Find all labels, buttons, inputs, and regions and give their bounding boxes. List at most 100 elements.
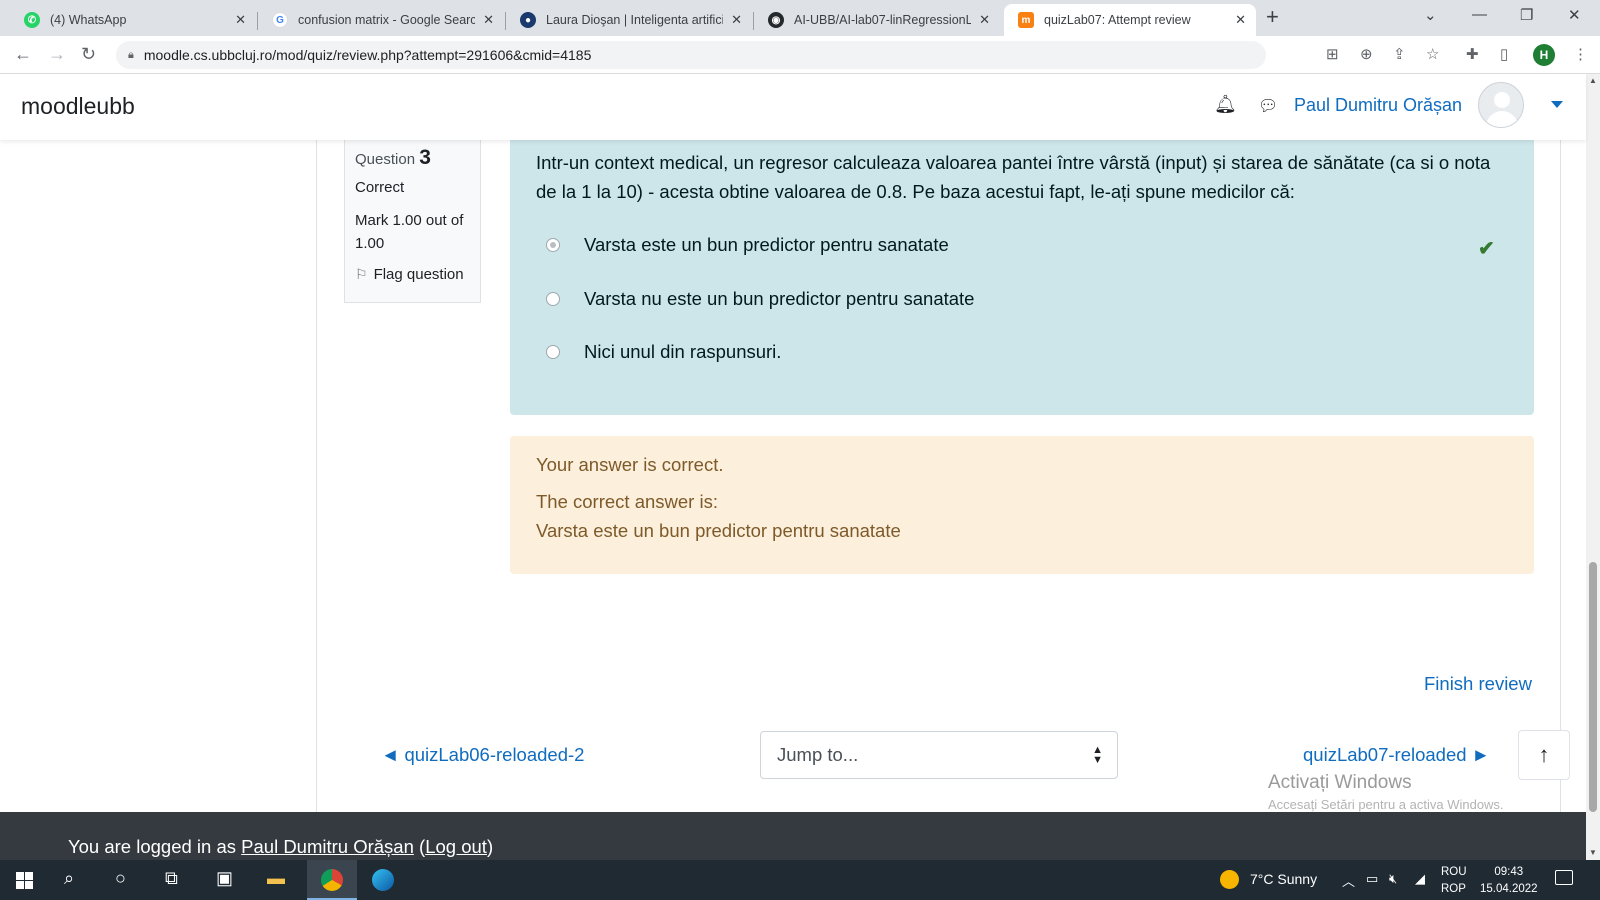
search-icon[interactable]: ⌕: [64, 868, 74, 889]
answer-label: Varsta este un bun predictor pentru sana…: [584, 234, 949, 255]
edge-icon[interactable]: [372, 869, 394, 891]
scroll-down-icon[interactable]: ▼: [1589, 848, 1597, 857]
tab-title: (4) WhatsApp: [50, 13, 127, 27]
tab-title: AI-UBB/AI-lab07-linRegressionLS: [794, 13, 972, 27]
tab-laura-diosan[interactable]: ● Laura Dioşan | Inteligenta artificiala…: [506, 4, 752, 36]
task-view-icon[interactable]: ⧉: [165, 868, 178, 889]
answer-option[interactable]: Varsta nu este un bun predictor pentru s…: [546, 288, 974, 310]
jump-to-select[interactable]: Jump to... ▲ ▼: [760, 731, 1118, 779]
tab-title: quizLab07: Attempt review: [1044, 13, 1191, 27]
finish-review-link[interactable]: Finish review: [1424, 673, 1532, 695]
footer-user-link[interactable]: Paul Dumitru Orășan: [241, 836, 414, 857]
moodle-icon: m: [1018, 12, 1034, 28]
lock-icon: 🔒︎: [128, 48, 134, 61]
file-explorer-icon[interactable]: ▬: [267, 868, 285, 889]
extensions-icon[interactable]: ✚: [1466, 45, 1479, 63]
activate-windows-title: Activați Windows: [1268, 772, 1412, 793]
page-footer: You are logged in as Paul Dumitru Orășan…: [0, 812, 1586, 860]
close-icon[interactable]: ✕: [731, 12, 742, 28]
bookmark-star-icon[interactable]: ☆: [1426, 45, 1439, 63]
close-icon[interactable]: ✕: [979, 12, 990, 28]
previous-activity-link[interactable]: ◄ quizLab06-reloaded-2: [381, 744, 584, 766]
scrollbar-thumb[interactable]: [1589, 562, 1597, 812]
profile-avatar[interactable]: H: [1533, 44, 1555, 66]
flag-question-button[interactable]: ⚐ Flag question: [355, 266, 470, 283]
activate-windows-subtitle: Accesați Setări pentru a activa Windows.: [1268, 797, 1504, 812]
show-hidden-icons-icon[interactable]: ︿: [1342, 871, 1355, 890]
page-scrollbar[interactable]: ▲ ▼: [1586, 74, 1600, 860]
reload-icon[interactable]: ↻: [81, 44, 96, 65]
messages-icon[interactable]: 💬︎: [1258, 96, 1278, 116]
flag-icon: ⚐: [355, 266, 368, 282]
chrome-icon: [321, 869, 343, 891]
answer-radio[interactable]: [546, 238, 560, 252]
answer-label: Nici unul din raspunsuri.: [584, 341, 782, 362]
flag-question-label: Flag question: [373, 266, 464, 283]
share-icon[interactable]: ⇪: [1393, 45, 1406, 63]
close-icon[interactable]: ✕: [483, 12, 494, 28]
scroll-up-icon[interactable]: ▲: [1589, 76, 1597, 85]
browser-toolbar: ← → ↻ 🔒︎ moodle.cs.ubbcluj.ro/mod/quiz/r…: [0, 36, 1600, 74]
store-icon[interactable]: ▣: [216, 868, 233, 889]
side-panel-icon[interactable]: ▯: [1500, 45, 1508, 63]
correct-answer-text: Varsta este un bun predictor pentru sana…: [536, 520, 901, 541]
logout-link[interactable]: Log out: [425, 836, 487, 857]
avatar[interactable]: [1478, 82, 1524, 128]
restore-icon[interactable]: ❐: [1520, 6, 1533, 24]
volume-muted-icon[interactable]: 🔇︎: [1389, 871, 1397, 887]
battery-icon[interactable]: ▭: [1366, 871, 1378, 887]
cortana-icon[interactable]: ○: [115, 868, 126, 889]
footer-logged-in-text: You are logged in as: [68, 836, 242, 857]
close-window-icon[interactable]: ✕: [1568, 6, 1581, 24]
forward-icon[interactable]: →: [48, 44, 66, 65]
google-icon: G: [272, 12, 288, 28]
question-text: Intr-un context medical, un regresor cal…: [536, 152, 1491, 202]
select-arrows-icon: ▲ ▼: [1092, 744, 1103, 766]
answer-radio[interactable]: [546, 292, 560, 306]
answer-label: Varsta nu este un bun predictor pentru s…: [584, 288, 975, 309]
answer-option[interactable]: Nici unul din raspunsuri.: [546, 341, 781, 363]
close-icon[interactable]: ✕: [235, 12, 246, 28]
tab-github[interactable]: ◉ AI-UBB/AI-lab07-linRegressionLS ✕: [754, 4, 1000, 36]
drawer-divider: [316, 140, 317, 812]
back-icon[interactable]: ←: [14, 44, 32, 65]
tab-title: confusion matrix - Google Search: [298, 13, 476, 27]
arrow-up-icon: ↑: [1538, 742, 1550, 767]
question-formulation: Intr-un context medical, un regresor cal…: [510, 140, 1534, 415]
tab-whatsapp[interactable]: ✆ (4) WhatsApp ✕: [10, 4, 256, 36]
windows-start-icon[interactable]: [16, 872, 33, 889]
notifications-icon[interactable]: [1555, 870, 1573, 885]
tab-search-icon[interactable]: ⌄: [1424, 6, 1437, 24]
minimize-icon[interactable]: —: [1472, 6, 1487, 23]
answer-option[interactable]: Varsta este un bun predictor pentru sana…: [546, 234, 949, 256]
user-menu-name[interactable]: Paul Dumitru Orășan: [1294, 95, 1462, 116]
tab-google-search[interactable]: G confusion matrix - Google Search ✕: [258, 4, 504, 36]
chrome-taskbar-button[interactable]: [307, 860, 357, 900]
notification-bell-icon[interactable]: 🔔︎: [1214, 94, 1237, 115]
address-bar[interactable]: 🔒︎ moodle.cs.ubbcluj.ro/mod/quiz/review.…: [116, 41, 1266, 69]
translate-icon[interactable]: ⊞: [1326, 45, 1339, 63]
language-indicator[interactable]: ROU ROP: [1441, 864, 1467, 898]
system-clock[interactable]: 09:43 15.04.2022: [1480, 864, 1538, 898]
zoom-icon[interactable]: ⊕: [1360, 45, 1373, 63]
new-tab-icon[interactable]: +: [1266, 4, 1279, 30]
correct-answer-label: The correct answer is:: [536, 491, 718, 512]
answer-radio[interactable]: [546, 345, 560, 359]
weather-text[interactable]: 7°C Sunny: [1250, 871, 1317, 887]
close-icon[interactable]: ✕: [1235, 12, 1246, 28]
content-divider: [1560, 140, 1561, 812]
site-brand[interactable]: moodleubb: [21, 93, 135, 120]
tab-quiz-review[interactable]: m quizLab07: Attempt review ✕: [1004, 4, 1256, 36]
chevron-down-icon[interactable]: [1551, 101, 1563, 108]
feedback-outcome: Your answer is correct. The correct answ…: [510, 436, 1534, 574]
browser-tab-strip: ✆ (4) WhatsApp ✕ G confusion matrix - Go…: [0, 0, 1600, 36]
next-activity-link[interactable]: quizLab07-reloaded ►: [1303, 744, 1490, 766]
back-to-top-button[interactable]: ↑: [1518, 730, 1570, 780]
question-state: Correct: [355, 179, 405, 196]
jump-to-value: Jump to...: [777, 744, 859, 765]
whatsapp-icon: ✆: [24, 12, 40, 28]
correct-check-icon: ✔: [1478, 238, 1495, 260]
menu-kebab-icon[interactable]: ⋮: [1573, 45, 1588, 63]
github-icon: ◉: [768, 12, 784, 28]
wifi-icon[interactable]: ◢: [1415, 871, 1425, 887]
